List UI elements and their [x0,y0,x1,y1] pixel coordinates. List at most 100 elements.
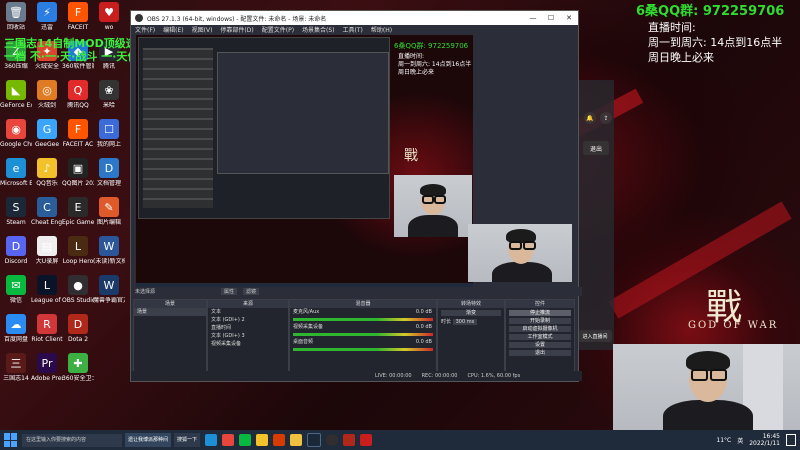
desktop-icon[interactable]: L Loop Hero [62,236,94,265]
desktop-icon[interactable]: D Dota 2 [62,314,94,343]
qq-icon[interactable] [256,434,269,446]
desktop-icon[interactable]: ♪ QQ音乐 [31,158,63,187]
desktop-icon[interactable]: ✎ 图片编辑 [93,197,125,226]
obs-window[interactable]: OBS 27.1.3 (64-bit, windows) - 配置文件: 未命名… [130,10,582,382]
taskbar: 在这里输入你要搜索的内容 遗让我博派那种间 搜狐一下 11°C 英 16:45 … [0,430,800,450]
side-icon-share[interactable]: ⇪ [600,112,612,124]
source-item[interactable]: 直播时间 [208,324,288,332]
desktop-icon[interactable]: D 文档管理 [93,158,125,187]
desktop-icon[interactable]: Pr Adobe Premie... [31,353,63,382]
obs-taskbar-icon[interactable] [326,434,339,446]
desktop-icon[interactable]: C Cheat Engine [31,197,63,226]
source-item[interactable]: 视频采集设备 [208,340,288,348]
desktop-icon[interactable]: W (未读)新文档 [93,236,125,265]
side-exit-button[interactable]: 退出 [583,141,609,155]
desktop-icon[interactable]: Q 腾讯QQ [62,80,94,109]
desktop-icon[interactable]: D Discord [0,236,32,265]
studio-mode-button[interactable]: 工作室模式 [509,334,571,340]
desktop-icon[interactable]: F FACEIT AC [62,119,94,148]
windows-start-icon[interactable] [4,433,18,447]
obs-title: OBS 27.1.3 (64-bit, windows) - 配置文件: 未命名… [147,15,327,23]
mixer-meter[interactable] [293,333,433,336]
menu-edit[interactable]: 编辑(E) [163,25,183,34]
desktop-icon[interactable]: ▤ 大U录屏 [31,236,63,265]
desktop-icon[interactable]: E Epic Games Launcher [62,197,94,226]
mixer-meter[interactable] [293,348,433,351]
transition-select[interactable]: 渐变 [441,310,501,316]
desktop-icon[interactable]: ◉ Google Chrome [0,119,32,148]
desktop-icon[interactable]: G GeeGee [31,119,63,148]
filters-button[interactable]: 滤镜 [243,288,260,295]
desktop-icon[interactable]: L League of Legends [31,275,63,304]
source-item[interactable]: 文本 (GDI+) 2 [208,316,288,324]
desktop-icon[interactable]: R Riot Client [31,314,63,343]
desktop-icon[interactable]: ☐ 我的网上 [93,119,125,148]
taskbar-app-search[interactable]: 搜狐一下 [174,433,201,447]
virtual-camera-button[interactable]: 启动虚拟摄像机 [509,326,571,332]
menu-tools[interactable]: 工具(T) [343,25,363,34]
app-icon [99,314,119,334]
menu-view[interactable]: 视图(V) [192,25,213,34]
desktop-icon[interactable]: ✚ 360安全卫士 [62,353,94,382]
netease-icon[interactable] [360,434,373,446]
minimize-icon[interactable]: — [524,14,542,22]
app-icon: Q [68,80,88,100]
desktop-icon[interactable]: ❀ 米哈 [93,80,125,109]
desktop-icon[interactable]: ◎ 火绒剑 [31,80,63,109]
game-icon[interactable] [343,434,356,446]
stop-streaming-button[interactable]: 停止推流 [509,310,571,316]
desktop-icon-label: 我的网上 [96,141,121,148]
maximize-icon[interactable]: ☐ [542,14,560,22]
source-item[interactable]: 文本 [208,308,288,316]
desktop-icon[interactable]: S Steam [0,197,32,226]
scene-item[interactable]: 场景 [134,308,206,316]
desktop-icon[interactable]: 三三国志14 [0,353,32,382]
desktop-icon[interactable]: ☁ 百度网盘 [0,314,32,343]
mixer-meter[interactable] [293,318,433,321]
taskbar-search-input[interactable]: 在这里输入你要搜索的内容 [22,433,122,447]
menu-profile[interactable]: 配置文件(P) [262,25,294,34]
source-item[interactable]: 文本 (GDI+) 3 [208,332,288,340]
properties-button[interactable]: 属性 [221,288,238,295]
menu-file[interactable]: 文件(F) [135,25,155,34]
duration-input[interactable]: 300 ms [452,319,478,325]
settings-button[interactable]: 设置 [509,342,571,348]
obs-titlebar[interactable]: OBS 27.1.3 (64-bit, windows) - 配置文件: 未命名… [131,11,578,25]
edge-icon[interactable] [205,434,218,446]
folder-icon[interactable] [290,434,303,446]
app-icon: F [68,2,88,22]
app-icon: ☁ [6,314,26,334]
obs-preview[interactable]: 6桑QQ群: 972259706 直播时间: 周一到周六: 14点到16点半 周… [136,35,473,290]
language-label[interactable]: 英 [737,436,743,445]
desktop-icon[interactable]: ▣ QQ图片 20220107 [62,158,94,187]
desktop-icon[interactable]: F FACEIT [62,2,94,31]
desktop-icon-label: 文档管理 [96,180,121,187]
chrome-icon[interactable] [222,434,235,446]
taskbar-app-browser[interactable]: 遗让我博派那种间 [125,433,172,447]
menu-scene-collection[interactable]: 场景集合(S) [302,25,335,34]
start-recording-button[interactable]: 开始录制 [509,318,571,324]
desktop-icon[interactable]: e Microsoft Edge [0,158,32,187]
close-icon[interactable]: ✕ [560,14,578,22]
weather-label[interactable]: 11°C [716,437,731,444]
desktop-icon[interactable]: W 魔兽争霸官方对战平台 [93,275,125,304]
desktop-icon[interactable]: ● OBS Studio [62,275,94,304]
office-icon[interactable] [273,434,286,446]
exit-button[interactable]: 退出 [509,350,571,356]
notification-icon[interactable] [786,434,796,446]
menu-docks[interactable]: 停靠部件(D) [220,25,253,34]
menu-help[interactable]: 帮助(H) [371,25,392,34]
steam-icon[interactable] [307,433,322,447]
wechat-icon[interactable] [239,434,252,446]
desktop-icon[interactable]: ⚡ 迅雷 [31,2,63,31]
desktop-icon[interactable]: ✉ 微信 [0,275,32,304]
mixer-channel-db: 0.0 dB [415,309,432,315]
clock[interactable]: 16:45 2022/1/11 [749,433,780,447]
app-icon: Pr [37,353,57,373]
desktop-icon[interactable]: ♥ wo [93,2,125,31]
desktop-icon[interactable]: ◣ GeForce Experience [0,80,32,109]
app-icon: ♪ [37,158,57,178]
side-enter-button[interactable]: 进入直播间 [578,330,612,342]
side-icon-bell[interactable]: 🔔 [584,112,596,124]
desktop-icon[interactable]: 🗑 回收站 [0,2,32,31]
